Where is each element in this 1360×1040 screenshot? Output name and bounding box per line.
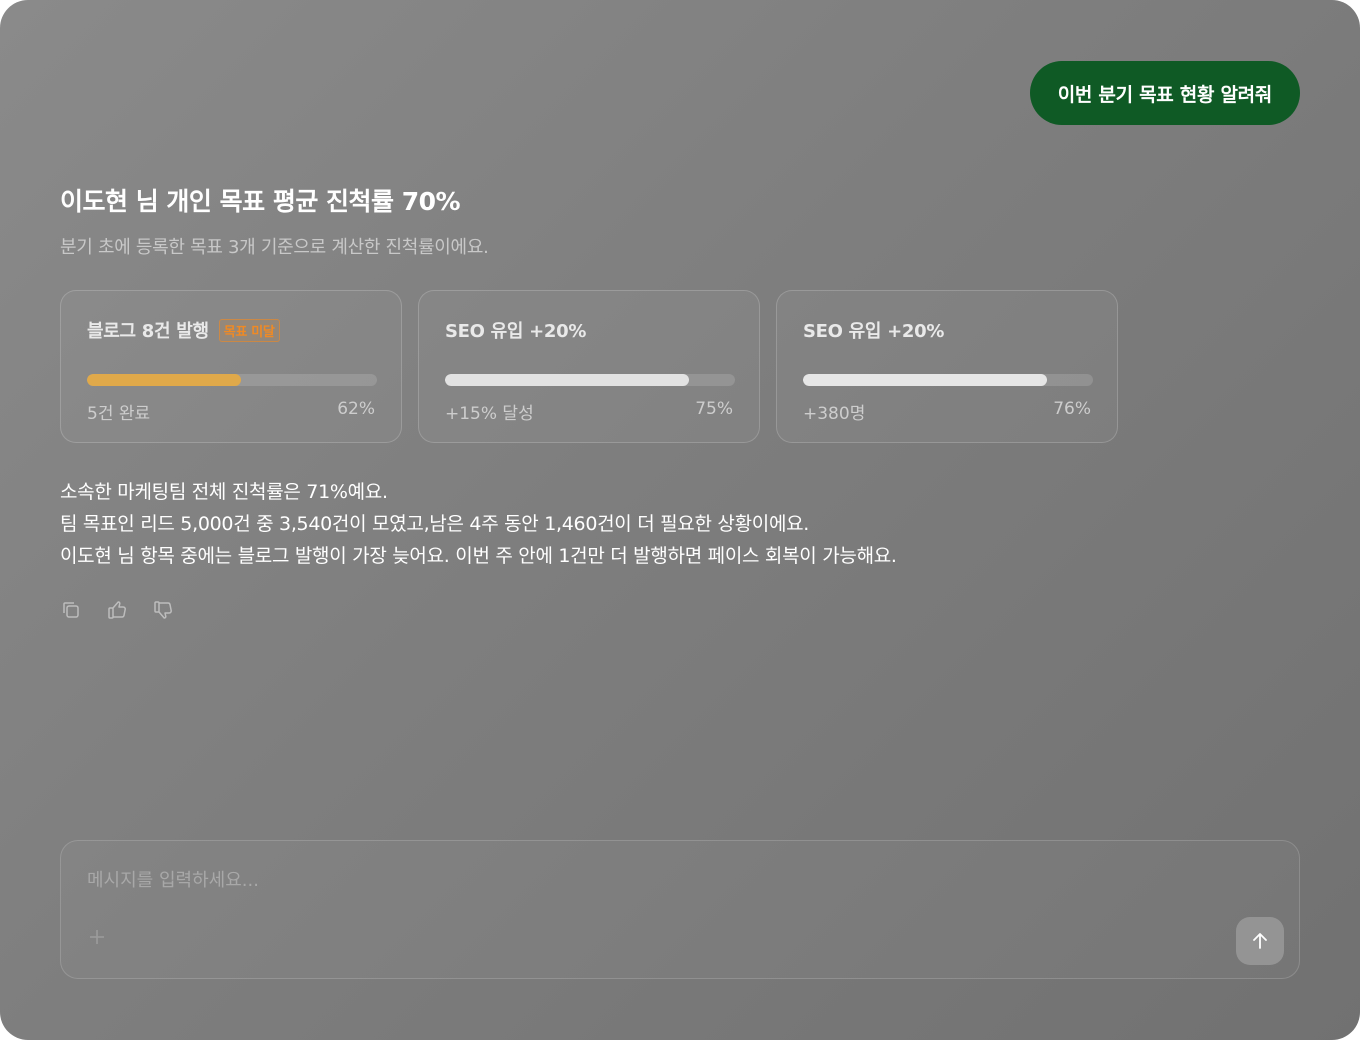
send-button[interactable] [1236,917,1284,965]
goal-card-title: 블로그 8건 발행 [87,321,209,342]
user-message-text: 이번 분기 목표 현황 알려줘 [1057,83,1273,106]
goal-card-percent: 62% [337,399,375,419]
response-line: 이도현 님 항목 중에는 블로그 발행이 가장 늦어요. 이번 주 안에 1건만… [60,545,897,567]
response-actions [60,598,174,622]
thumbs-down-icon[interactable] [152,598,174,622]
status-badge: 목표 미달 [218,318,280,342]
response-line: 팀 목표인 리드 5,000건 중 3,540건이 모였고,남은 4주 동안 1… [60,513,810,535]
goal-card-title: SEO 유입 +20% [445,321,587,342]
copy-icon[interactable] [60,598,82,622]
progress-fill [445,374,689,386]
goal-card-title-row: 블로그 8건 발행 목표 미달 [87,317,280,343]
progress-track [87,374,377,386]
arrow-up-icon [1253,933,1267,949]
goal-card: SEO 유입 +20% +380명 76% [776,290,1118,443]
user-message-bubble: 이번 분기 목표 현황 알려줘 [1029,61,1300,125]
response-body: 소속한 마케팅팀 전체 진척률은 71%예요. 팀 목표인 리드 5,000건 … [60,476,897,572]
goal-card-percent: 75% [695,399,733,419]
plus-icon[interactable] [87,927,111,951]
progress-fill [87,374,241,386]
message-composer [60,840,1300,979]
chat-window: 이번 분기 목표 현황 알려줘 이도현 님 개인 목표 평균 진척률 70% 분… [0,0,1360,1040]
goal-card: 블로그 8건 발행 목표 미달 5건 완료 62% [60,290,402,443]
progress-fill [803,374,1047,386]
response-subline: 분기 초에 등록한 목표 3개 기준으로 계산한 진척률이에요. [60,237,489,258]
response-line: 소속한 마케팅팀 전체 진척률은 71%예요. [60,481,388,503]
progress-track [803,374,1093,386]
goal-cards: 블로그 8건 발행 목표 미달 5건 완료 62% SEO 유입 +20% +1… [60,290,1118,443]
goal-card-title-row: SEO 유입 +20% [803,317,944,343]
progress-track [445,374,735,386]
goal-card-status: 5건 완료 [87,404,151,424]
response-headline: 이도현 님 개인 목표 평균 진척률 70% [60,187,461,216]
message-input[interactable] [87,865,1187,895]
goal-card: SEO 유입 +20% +15% 달성 75% [418,290,760,443]
goal-card-title-row: SEO 유입 +20% [445,317,586,343]
goal-card-status: +15% 달성 [445,404,534,424]
goal-card-status: +380명 [803,404,866,424]
goal-card-title: SEO 유입 +20% [803,321,945,342]
thumbs-up-icon[interactable] [106,598,128,622]
goal-card-percent: 76% [1053,399,1091,419]
